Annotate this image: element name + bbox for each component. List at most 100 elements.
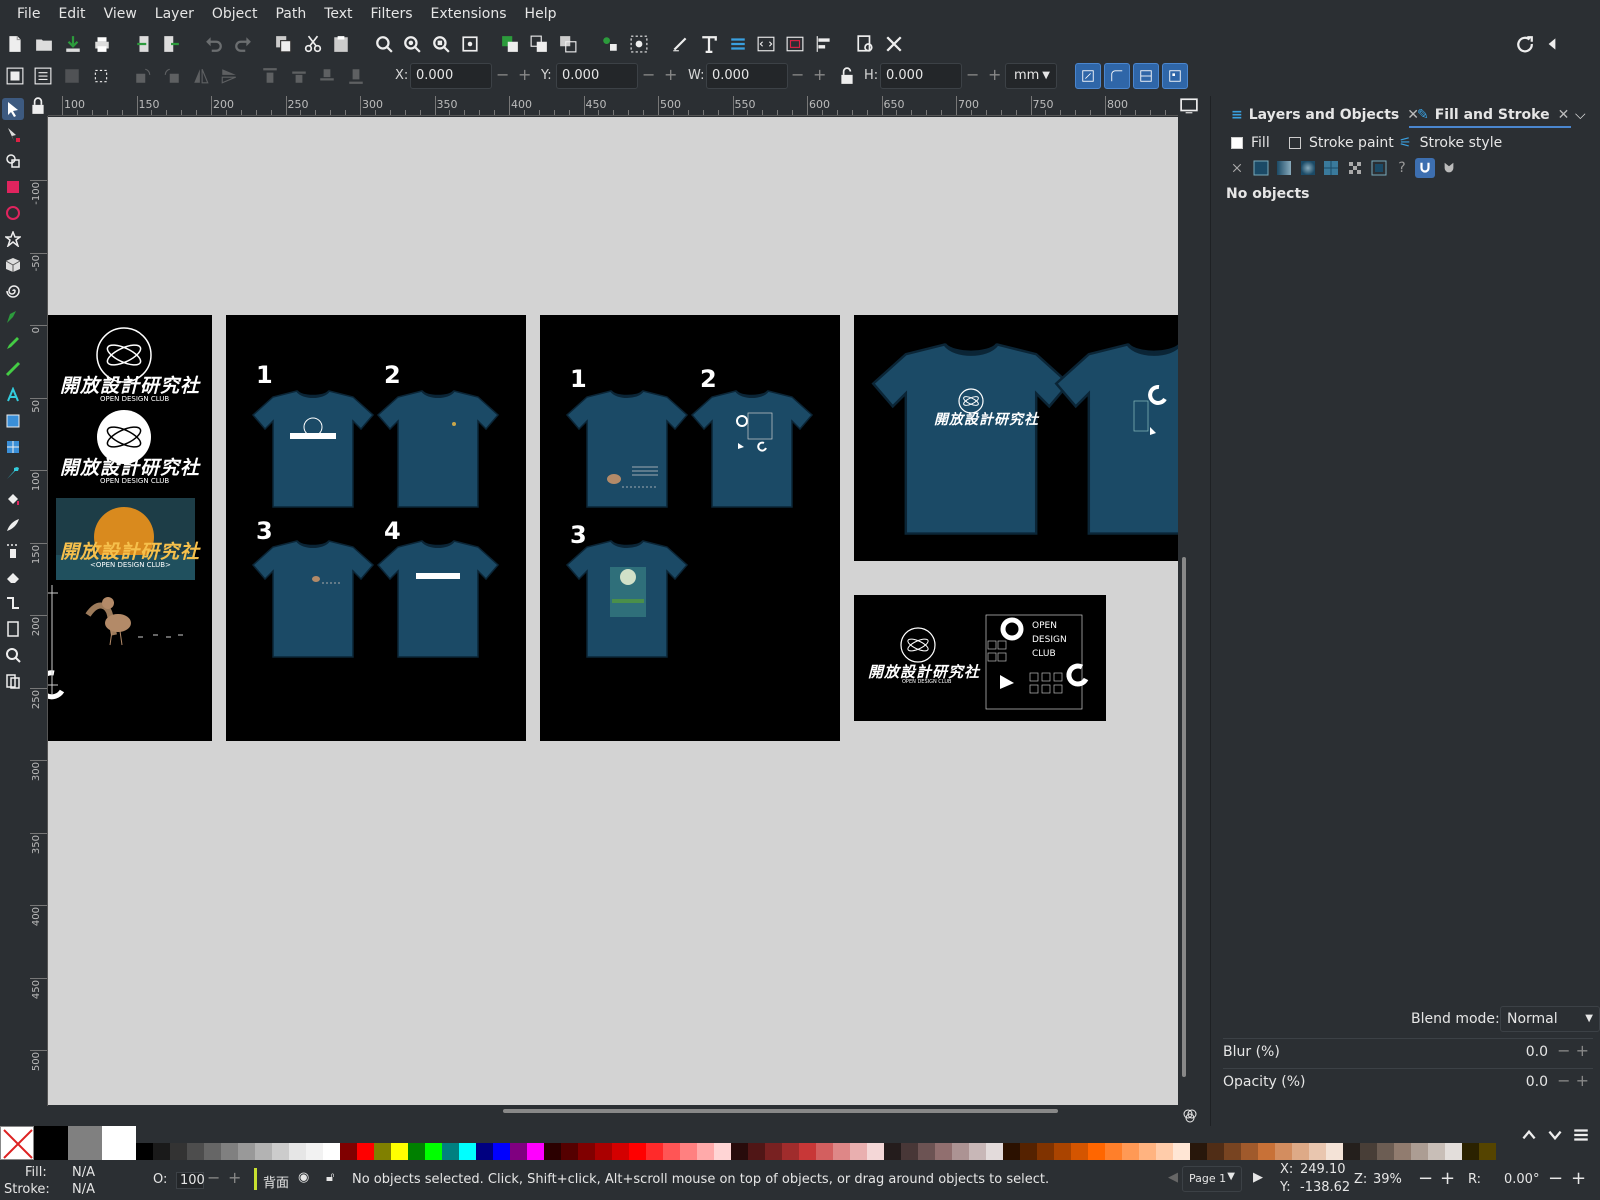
zoom-in-button[interactable]: + (1440, 1168, 1455, 1189)
palette-swatch[interactable] (493, 1143, 510, 1160)
xml-icon[interactable] (755, 33, 777, 55)
3d-box-tool-icon[interactable] (2, 254, 24, 276)
palette-swatch[interactable] (1377, 1143, 1394, 1160)
palette-swatch[interactable] (1139, 1143, 1156, 1160)
palette-swatch[interactable] (187, 1143, 204, 1160)
no-color-swatch[interactable] (0, 1126, 34, 1160)
palette-swatch[interactable] (1445, 1143, 1462, 1160)
palette-swatch[interactable] (1394, 1143, 1411, 1160)
x-input[interactable]: 0.000 (410, 63, 492, 89)
palette-swatch[interactable] (1241, 1143, 1258, 1160)
selector-tool-icon[interactable] (2, 98, 24, 120)
palette-swatch[interactable] (663, 1143, 680, 1160)
subtab-stroke-style[interactable]: ⚟ Stroke style (1399, 130, 1502, 156)
ungroup-icon[interactable] (628, 33, 650, 55)
zoom-out-button[interactable]: − (1418, 1168, 1433, 1189)
palette-swatch[interactable] (1326, 1143, 1343, 1160)
lock-guides-icon[interactable] (28, 96, 48, 116)
rectangle-tool-icon[interactable] (2, 176, 24, 198)
cut-icon[interactable] (302, 33, 324, 55)
zoom-input[interactable]: 39% (1373, 1172, 1402, 1187)
next-page-icon[interactable]: ▶ (1253, 1170, 1263, 1185)
group-icon[interactable] (599, 33, 621, 55)
palette-swatch[interactable] (1343, 1143, 1360, 1160)
opacity-increment-button[interactable]: + (228, 1168, 241, 1187)
palette-swatch[interactable] (1258, 1143, 1275, 1160)
palette-swatch[interactable] (612, 1143, 629, 1160)
menu-file[interactable]: File (8, 0, 49, 28)
palette-swatch[interactable] (1037, 1143, 1054, 1160)
h-input[interactable]: 0.000 (880, 63, 962, 89)
prev-page-icon[interactable]: ◀ (1168, 1170, 1178, 1185)
palette-swatch[interactable] (1479, 1143, 1496, 1160)
fill-indicator[interactable]: N/A (72, 1165, 95, 1180)
palette-swatch[interactable] (578, 1143, 595, 1160)
palette-swatch[interactable] (170, 1143, 187, 1160)
palette-swatch[interactable] (748, 1143, 765, 1160)
palette-scroll-up-icon[interactable] (1520, 1127, 1538, 1143)
transform-gradients-toggle[interactable] (1133, 63, 1159, 89)
horizontal-scrollbar[interactable] (48, 1105, 1178, 1117)
palette-swatch[interactable] (136, 1143, 153, 1160)
opacity-decrement-button[interactable]: − (207, 1168, 220, 1187)
no-paint-icon[interactable] (1227, 158, 1247, 178)
gray-swatch[interactable] (68, 1126, 102, 1160)
palette-swatch[interactable] (646, 1143, 663, 1160)
palette-swatch[interactable] (1071, 1143, 1088, 1160)
menu-object[interactable]: Object (203, 0, 267, 28)
palette-swatch[interactable] (952, 1143, 969, 1160)
menu-view[interactable]: View (95, 0, 146, 28)
palette-swatch[interactable] (272, 1143, 289, 1160)
blur-stepper[interactable]: − + (1557, 1041, 1589, 1060)
palette-swatch[interactable] (1088, 1143, 1105, 1160)
spray-tool-icon[interactable] (2, 540, 24, 562)
document-properties-icon[interactable] (854, 33, 876, 55)
subtab-fill[interactable]: Fill (1231, 130, 1270, 156)
close-icon[interactable]: ✕ (1558, 107, 1570, 123)
vertical-scrollbar[interactable] (1178, 117, 1190, 1105)
snap-toggle-icon[interactable] (1514, 33, 1536, 55)
flip-horizontal-icon[interactable] (190, 65, 212, 87)
palette-swatch[interactable] (459, 1143, 476, 1160)
palette-swatch[interactable] (595, 1143, 612, 1160)
menu-extensions[interactable]: Extensions (422, 0, 516, 28)
palette-swatch[interactable] (1173, 1143, 1190, 1160)
horizontal-scroll-thumb[interactable] (503, 1109, 1058, 1113)
tab-layers-and-objects[interactable]: ≡ Layers and Objects ✕ (1231, 102, 1419, 128)
connector-tool-icon[interactable] (2, 592, 24, 614)
w-increment-button[interactable]: + (813, 66, 826, 84)
palette-swatch[interactable] (680, 1143, 697, 1160)
spiral-tool-icon[interactable] (2, 280, 24, 302)
blend-mode-select[interactable]: Normal ▼ (1500, 1006, 1600, 1032)
palette-swatch[interactable] (697, 1143, 714, 1160)
palette-swatch[interactable] (476, 1143, 493, 1160)
tab-fill-and-stroke[interactable]: ✎ Fill and Stroke ✕ (1417, 102, 1569, 128)
current-layer-name[interactable]: 背面 (263, 1172, 289, 1191)
palette-swatch[interactable] (408, 1143, 425, 1160)
page-4[interactable]: 開放設計研究社 (854, 315, 1178, 561)
flip-vertical-icon[interactable] (218, 65, 240, 87)
palette-swatch[interactable] (1156, 1143, 1173, 1160)
menu-edit[interactable]: Edit (49, 0, 94, 28)
x-decrement-button[interactable]: − (496, 66, 509, 84)
subtab-stroke-paint[interactable]: Stroke paint (1289, 130, 1394, 156)
rotate-ccw-icon[interactable] (132, 65, 154, 87)
palette-swatch[interactable] (1428, 1143, 1445, 1160)
palette-swatch[interactable] (255, 1143, 272, 1160)
node-tool-icon[interactable] (2, 124, 24, 146)
panel-menu-chevron-icon[interactable]: ⌵ (1575, 102, 1586, 128)
transform-handles-icon[interactable] (90, 65, 112, 87)
y-input[interactable]: 0.000 (556, 63, 638, 89)
palette-swatch[interactable] (816, 1143, 833, 1160)
menu-filters[interactable]: Filters (362, 0, 422, 28)
unlink-clone-icon[interactable] (557, 33, 579, 55)
menu-path[interactable]: Path (266, 0, 315, 28)
palette-swatch[interactable] (1003, 1143, 1020, 1160)
palette-swatch[interactable] (969, 1143, 986, 1160)
palette-swatch[interactable] (850, 1143, 867, 1160)
palette-swatch[interactable] (1292, 1143, 1309, 1160)
radial-gradient-icon[interactable] (1298, 158, 1318, 178)
color-management-icon[interactable] (1182, 1108, 1198, 1124)
palette-swatch[interactable] (799, 1143, 816, 1160)
import-icon[interactable] (133, 33, 155, 55)
